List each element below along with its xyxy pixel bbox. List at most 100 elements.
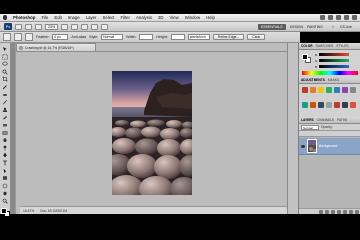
- 3d-rotate-tool-icon[interactable]: [2, 183, 9, 189]
- hand-tool-button[interactable]: [61, 23, 69, 30]
- menu-file[interactable]: File: [41, 15, 48, 20]
- type-tool-icon[interactable]: [2, 160, 9, 166]
- menu-select[interactable]: Select: [102, 15, 114, 20]
- zoom-level-select[interactable]: 25%: [45, 23, 59, 30]
- path-selection-tool-icon[interactable]: [2, 168, 9, 174]
- tab-adjustments[interactable]: ADJUSTMENTS: [301, 78, 325, 82]
- menu-filter[interactable]: Filter: [120, 15, 130, 20]
- launch-mini-bridge-button[interactable]: [25, 23, 32, 30]
- tool-preset-picker[interactable]: [3, 33, 11, 41]
- adjustment-preset-icon[interactable]: [326, 87, 332, 93]
- adjustment-preset-icon[interactable]: [302, 101, 308, 108]
- gradient-tool-icon[interactable]: [2, 130, 9, 136]
- adjustment-preset-icon[interactable]: [350, 87, 356, 93]
- adjustment-preset-icon[interactable]: [342, 101, 348, 108]
- layer-row-background[interactable]: Background: [299, 138, 360, 155]
- launch-bridge-button[interactable]: [15, 23, 22, 30]
- foreground-color-swatch[interactable]: [0, 207, 7, 214]
- tab-channels[interactable]: CHANNELS: [317, 118, 334, 122]
- feather-input[interactable]: 0 px: [52, 34, 69, 40]
- new-adjustment-layer-icon[interactable]: [337, 209, 341, 214]
- adjustment-preset-icon[interactable]: [334, 101, 340, 108]
- add-layer-style-icon[interactable]: [325, 209, 329, 214]
- adjustment-preset-icon[interactable]: [302, 87, 308, 93]
- width-input[interactable]: [139, 34, 154, 40]
- delete-layer-icon[interactable]: [355, 209, 359, 214]
- rotate-view-button[interactable]: [81, 23, 89, 30]
- clear-button[interactable]: Clear: [247, 34, 266, 40]
- apple-icon[interactable]: [3, 15, 7, 20]
- adjustment-preset-icon[interactable]: [318, 87, 324, 93]
- red-slider[interactable]: R: [315, 53, 355, 57]
- move-tool-icon[interactable]: [2, 46, 9, 52]
- status-doc-size[interactable]: Doc: 69.1M/69.1M: [40, 209, 67, 213]
- crop-tool-icon[interactable]: [2, 76, 9, 82]
- clone-stamp-tool-icon[interactable]: [2, 107, 9, 113]
- new-layer-icon[interactable]: [349, 209, 353, 214]
- tab-color[interactable]: COLOR: [301, 44, 313, 48]
- screen-mode-button[interactable]: [101, 23, 109, 30]
- menu-window[interactable]: Window: [185, 15, 200, 20]
- menu-analysis[interactable]: Analysis: [136, 15, 152, 20]
- zoom-tool-button[interactable]: [71, 23, 79, 30]
- status-zoom[interactable]: 16.67%: [23, 209, 34, 213]
- color-spectrum-ramp[interactable]: [302, 71, 358, 75]
- red-slider-track[interactable]: [319, 53, 349, 56]
- canvas-image[interactable]: [112, 71, 192, 195]
- blue-slider[interactable]: B: [315, 65, 355, 69]
- shape-tool-icon[interactable]: [2, 175, 9, 181]
- height-input[interactable]: [170, 34, 185, 40]
- lasso-tool-icon[interactable]: [2, 61, 9, 67]
- view-extras-button[interactable]: [35, 23, 42, 30]
- visibility-eye-icon[interactable]: [301, 144, 305, 148]
- eraser-tool-icon[interactable]: [2, 122, 9, 128]
- adjustment-preset-icon[interactable]: [310, 101, 316, 108]
- bluetooth-icon[interactable]: [320, 15, 325, 20]
- green-slider-track[interactable]: [319, 59, 349, 62]
- tab-layers[interactable]: LAYERS: [301, 118, 314, 122]
- arrange-documents-button[interactable]: [91, 23, 99, 30]
- eyedropper-tool-icon[interactable]: [2, 84, 9, 90]
- foreground-background-swatches[interactable]: [0, 207, 10, 217]
- document-tab[interactable]: × Crashing.tif @ 16.7% (RGB/16*): [16, 43, 96, 51]
- menu-help[interactable]: Help: [206, 15, 215, 20]
- more-workspaces-button[interactable]: »: [332, 24, 334, 30]
- blue-slider-track[interactable]: [319, 65, 349, 68]
- adjustment-preset-icon[interactable]: [342, 87, 348, 93]
- workspace-painting-button[interactable]: PAINTING: [307, 24, 323, 30]
- resolution-select[interactable]: pixels/inch: [187, 34, 210, 40]
- new-group-icon[interactable]: [343, 209, 347, 214]
- menu-view[interactable]: View: [170, 15, 179, 20]
- dodge-tool-icon[interactable]: [2, 145, 9, 151]
- add-to-selection-icon[interactable]: [25, 33, 33, 41]
- volume-icon[interactable]: [336, 15, 341, 20]
- menu-layer[interactable]: Layer: [86, 15, 97, 20]
- wifi-icon[interactable]: [328, 15, 333, 20]
- blend-mode-select[interactable]: Normal: [301, 124, 319, 130]
- tab-styles[interactable]: STYLES: [336, 44, 348, 48]
- tab-masks[interactable]: MASKS: [328, 78, 339, 82]
- antialias-label[interactable]: Anti-alias: [71, 35, 86, 39]
- new-selection-icon[interactable]: [14, 33, 22, 41]
- menu-app-photoshop[interactable]: Photoshop: [13, 15, 35, 20]
- menu-edit[interactable]: Edit: [54, 15, 61, 20]
- history-brush-tool-icon[interactable]: [2, 114, 9, 120]
- cs-live-button[interactable]: CS Live: [340, 24, 352, 30]
- zoom-tool-icon[interactable]: [2, 198, 9, 204]
- adjustment-preset-icon[interactable]: [326, 101, 332, 108]
- refine-edge-button[interactable]: Refine Edge...: [212, 34, 245, 40]
- pen-tool-icon[interactable]: [2, 152, 9, 158]
- blur-tool-icon[interactable]: [2, 137, 9, 143]
- marquee-tool-icon[interactable]: [2, 54, 9, 60]
- green-slider[interactable]: G: [315, 59, 355, 63]
- tab-swatches[interactable]: SWATCHES: [316, 44, 334, 48]
- color-foreground-swatch[interactable]: [302, 54, 308, 60]
- menu-image[interactable]: Image: [68, 15, 80, 20]
- workspace-design-button[interactable]: DESIGN: [290, 24, 303, 30]
- link-layers-icon[interactable]: [319, 209, 323, 214]
- adjustment-preset-icon[interactable]: [318, 101, 324, 108]
- workspace-essentials-button[interactable]: ESSENTIALS: [258, 24, 286, 30]
- menu-3d[interactable]: 3D: [158, 15, 164, 20]
- adjustment-preset-icon[interactable]: [334, 87, 340, 93]
- style-select[interactable]: Normal: [101, 34, 124, 40]
